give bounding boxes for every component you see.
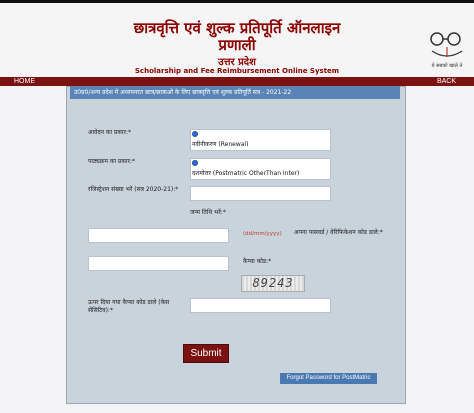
course-type-label: पाठ्यक्रम का प्रकार:* — [88, 158, 135, 165]
renewal-option-label: नवीनीकरण (Renewal) — [192, 141, 249, 148]
back-link[interactable]: BACK — [437, 77, 456, 86]
postmatric-option-label: दशमोत्तर (Postmatric OtherThan Inter) — [192, 170, 300, 177]
password-input[interactable] — [88, 256, 229, 271]
panel-heading: उ0प्र0/अन्य प्रदेश में अध्ययनरत छात्र/छा… — [70, 86, 400, 99]
renewal-radio[interactable] — [192, 131, 198, 137]
dob-format-hint: (dd/mm/yyyy) — [243, 231, 282, 237]
captcha-label: कैप्चा कोड:* — [243, 258, 272, 265]
dob-input[interactable] — [88, 228, 229, 243]
password-label: अपना पासवर्ड / वेरिफिकेशन कोड डाले:* — [294, 229, 383, 236]
captcha-input[interactable] — [190, 298, 331, 313]
logo-caption: ये सबको खाले ते — [431, 63, 463, 69]
top-nav-bar: HOME BACK — [0, 77, 474, 86]
application-type-label: आवेदन का प्रकार:* — [88, 129, 132, 136]
registration-label: रजिस्ट्रेशन संख्या भरें (सत्र 2020-21):* — [88, 186, 179, 193]
captcha-image: 89243 — [241, 275, 305, 292]
dob-label: जन्म तिथि भरें:* — [190, 209, 226, 216]
header: छात्रवृत्ति एवं शुल्क प्रतिपूर्ति ऑनलाइन… — [0, 3, 474, 76]
submit-button[interactable]: Submit — [183, 344, 229, 363]
page-title-line2: प्रणाली — [218, 36, 256, 54]
state-name-hindi: उत्तर प्रदेश — [218, 57, 256, 68]
scholarship-logo-icon — [430, 32, 463, 57]
forgot-password-link[interactable]: Forgot Password for PostMatric — [280, 373, 377, 384]
registration-input[interactable] — [190, 186, 331, 201]
postmatric-radio[interactable] — [192, 160, 198, 166]
captcha-input-label: ऊपर दिया गया कैप्चा कोड डाले (केस सेंसिट… — [88, 299, 170, 314]
system-subtitle: Scholarship and Fee Reimbursement Online… — [134, 67, 340, 75]
home-link[interactable]: HOME — [14, 77, 35, 86]
